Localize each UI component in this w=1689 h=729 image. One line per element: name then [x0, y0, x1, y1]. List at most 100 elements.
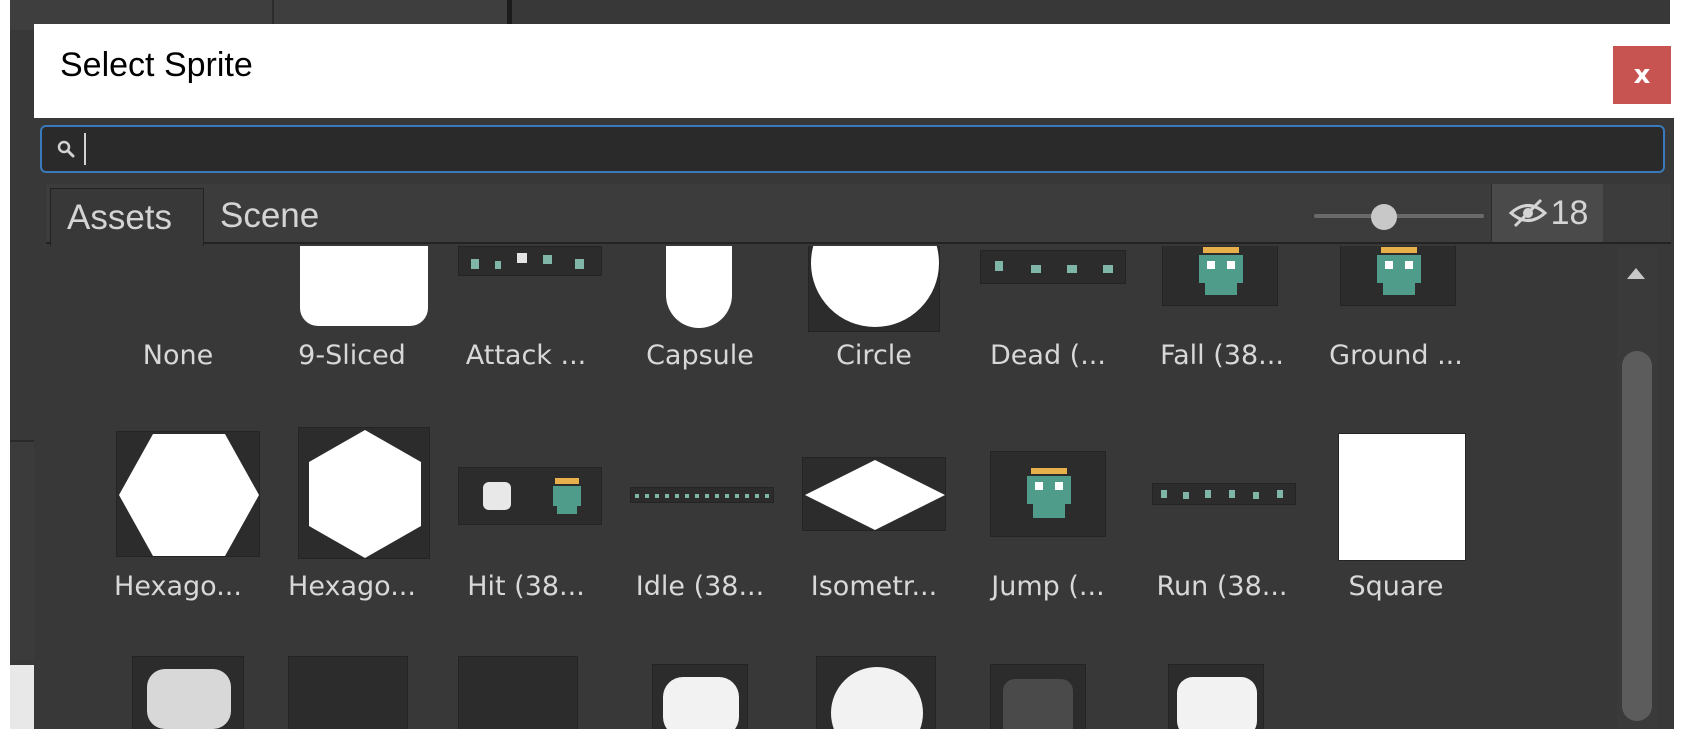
tab-scene[interactable]: Scene [204, 188, 344, 244]
sprite-label: Hexago... [114, 571, 242, 602]
slider-track[interactable] [1314, 214, 1484, 218]
sprite-thumbnail [652, 664, 748, 729]
hidden-count: 18 [1550, 193, 1589, 232]
sprite-item-9-sliced[interactable]: 9-Sliced [264, 246, 440, 396]
pixel-character-icon [1377, 247, 1421, 295]
sprite-thumbnail [288, 656, 408, 729]
select-sprite-dialog: Select Sprite x Assets Scene 18 None 9-S… [34, 24, 1674, 729]
sprite-thumbnail [300, 246, 430, 328]
hexagon-pointed-shape [309, 430, 421, 558]
sprite-item-row3[interactable] [612, 656, 788, 729]
sprite-thumbnail [116, 431, 260, 557]
sprite-thumbnail [808, 246, 940, 332]
eye-crossed-icon [1508, 198, 1547, 228]
sprite-item-fall[interactable]: Fall (38... [1134, 246, 1310, 396]
sprite-thumbnail [1162, 246, 1278, 306]
rounded-shape [1003, 679, 1073, 729]
sprite-label: Square [1348, 571, 1444, 602]
rounded-square-shape [300, 246, 428, 326]
isometric-diamond-shape [805, 460, 945, 530]
sprite-item-row3[interactable] [90, 656, 266, 729]
sprite-label: Circle [836, 340, 912, 371]
pixel-sprite-strip [1161, 490, 1283, 499]
sprite-item-attack[interactable]: Attack ... [438, 246, 614, 396]
sprite-thumbnail [630, 487, 774, 503]
sprite-label: Jump (... [991, 571, 1105, 602]
sprite-thumbnail [816, 656, 936, 729]
dialog-title: Select Sprite [60, 46, 253, 84]
sprite-thumbnail [980, 250, 1126, 284]
hexagon-flat-shape [119, 434, 259, 556]
sprite-item-ground[interactable]: Ground ... [1308, 246, 1484, 396]
sprite-thumbnail [298, 427, 430, 559]
search-icon [57, 140, 75, 158]
sprite-label: Isometr... [810, 571, 938, 602]
sprite-thumbnail [990, 451, 1106, 537]
sprite-item-dead[interactable]: Dead (... [960, 246, 1136, 396]
pixel-sprite-strip [635, 494, 771, 498]
sprite-item-run[interactable]: Run (38... [1134, 431, 1310, 602]
sprite-thumbnail [1168, 664, 1264, 729]
sprite-thumbnail [458, 656, 578, 729]
sprite-item-hexagon-flat[interactable]: Hexago... [90, 431, 266, 602]
search-input[interactable] [84, 133, 1644, 165]
sprite-grid: None 9-Sliced Attack ... Capsule Circle … [46, 246, 1616, 729]
sprite-item-isometric[interactable]: Isometr... [786, 431, 962, 602]
sprite-thumbnail [132, 656, 244, 729]
zoom-slider[interactable] [1314, 204, 1484, 230]
sprite-item-row3[interactable] [960, 656, 1136, 729]
pixel-sprite-strip [483, 478, 581, 514]
sprite-item-hexagon-pointed[interactable]: Hexago... [264, 427, 440, 602]
sprite-label: Dead (... [990, 340, 1106, 371]
sprite-item-row3[interactable] [264, 656, 440, 729]
sprite-label: Run (38... [1156, 571, 1288, 602]
close-button[interactable]: x [1613, 46, 1671, 104]
sprite-label: 9-Sliced [298, 340, 406, 371]
sprite-item-idle[interactable]: Idle (38... [612, 431, 788, 602]
hidden-assets-toggle[interactable]: 18 [1491, 184, 1603, 242]
pixel-character-icon [1027, 468, 1071, 518]
sprite-label: Hexago... [288, 571, 416, 602]
capsule-shape [666, 246, 732, 328]
pixel-sprite-strip [471, 253, 584, 269]
scroll-thumb[interactable] [1622, 351, 1652, 721]
sprite-item-circle[interactable]: Circle [786, 246, 962, 396]
sprite-item-row3[interactable] [1134, 656, 1310, 729]
sprite-label: Attack ... [465, 340, 587, 371]
scroll-up-arrow-icon[interactable] [1627, 268, 1645, 279]
tab-assets[interactable]: Assets [50, 188, 204, 246]
sprite-thumbnail [458, 467, 602, 525]
circle-shape [811, 246, 939, 327]
vertical-scrollbar[interactable] [1617, 246, 1657, 729]
sprite-thumbnail [1152, 483, 1296, 505]
sprite-item-row3[interactable] [786, 656, 962, 729]
rounded-shape [147, 669, 231, 729]
sprite-item-row3[interactable] [438, 656, 614, 729]
sprite-label: Idle (38... [635, 571, 765, 602]
dialog-titlebar[interactable]: Select Sprite x [34, 24, 1674, 118]
sprite-item-hit[interactable]: Hit (38... [438, 431, 614, 602]
rounded-shape [663, 677, 739, 729]
sprite-label: None [142, 340, 214, 371]
rounded-shape [1177, 677, 1257, 729]
circle-shape [831, 667, 923, 729]
pixel-sprite-strip [995, 261, 1113, 273]
square-shape [1338, 433, 1466, 561]
sprite-thumbnail [1340, 246, 1456, 306]
sprite-label: Ground ... [1329, 340, 1463, 371]
sprite-thumbnail [458, 246, 602, 276]
sprite-thumbnail [802, 457, 946, 531]
background-panel [10, 440, 36, 660]
sprite-thumbnail [990, 664, 1086, 729]
search-bar[interactable] [40, 125, 1665, 173]
sprite-label: Hit (38... [467, 571, 585, 602]
sprite-item-jump[interactable]: Jump (... [960, 431, 1136, 602]
sprite-item-capsule[interactable]: Capsule [612, 246, 788, 396]
tab-bar: Assets Scene 18 [46, 184, 1671, 246]
sprite-item-square[interactable]: Square [1308, 431, 1484, 602]
sprite-label: Fall (38... [1160, 340, 1284, 371]
sprite-item-none[interactable]: None [90, 246, 266, 396]
slider-thumb[interactable] [1371, 204, 1397, 230]
sprite-label: Capsule [646, 340, 754, 371]
pixel-character-icon [1199, 247, 1243, 295]
